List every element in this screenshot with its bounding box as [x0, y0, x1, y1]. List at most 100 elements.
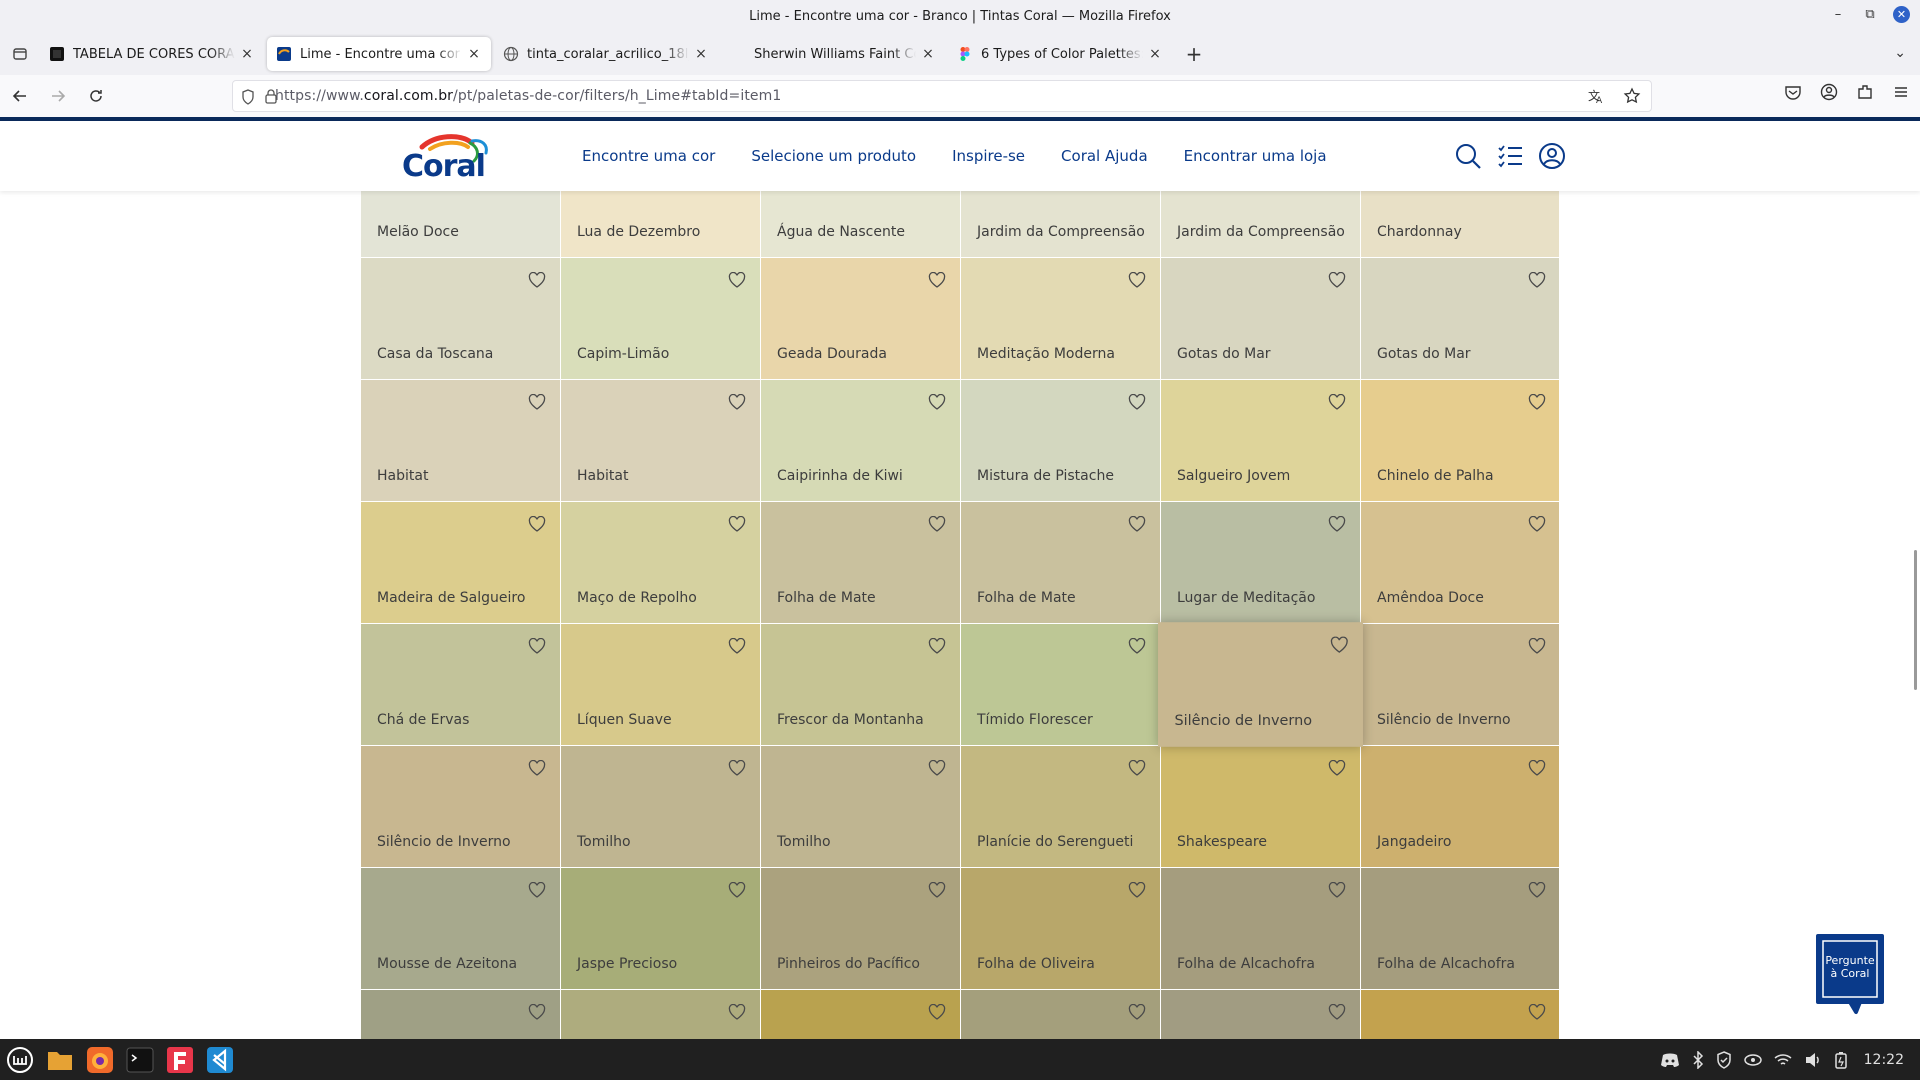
color-swatch[interactable]: Lugar de Meditação [1161, 502, 1360, 623]
color-swatch[interactable]: Habitat [561, 380, 760, 501]
color-swatch[interactable]: Gotas do Mar [1361, 258, 1559, 379]
color-swatch[interactable]: Água de Nascente [761, 191, 960, 257]
search-icon[interactable] [1454, 142, 1482, 170]
favorite-heart-icon[interactable] [928, 271, 946, 288]
nav-coral-ajuda[interactable]: Coral Ajuda [1061, 147, 1148, 165]
close-tab-icon[interactable]: × [693, 46, 709, 62]
color-swatch[interactable] [1161, 990, 1360, 1039]
pocket-icon[interactable] [1784, 83, 1802, 101]
color-swatch[interactable]: Salgueiro Jovem [1161, 380, 1360, 501]
color-swatch[interactable]: Folha de Oliveira [961, 868, 1160, 989]
mint-menu-button[interactable] [0, 1039, 40, 1080]
favorite-heart-icon[interactable] [728, 637, 746, 654]
favorite-heart-icon[interactable] [528, 1003, 546, 1020]
favorite-heart-icon[interactable] [1330, 636, 1349, 653]
color-swatch[interactable]: Silêncio de Inverno [1158, 622, 1363, 747]
favorite-heart-icon[interactable] [1528, 393, 1546, 410]
favorite-heart-icon[interactable] [1528, 881, 1546, 898]
files-button[interactable] [40, 1039, 80, 1080]
flameshot-button[interactable] [160, 1039, 200, 1080]
favorite-heart-icon[interactable] [928, 1003, 946, 1020]
checklist-icon[interactable] [1496, 142, 1524, 170]
favorite-heart-icon[interactable] [1328, 881, 1346, 898]
favorite-heart-icon[interactable] [1128, 271, 1146, 288]
color-swatch[interactable]: Amêndoa Doce [1361, 502, 1559, 623]
favorite-heart-icon[interactable] [528, 759, 546, 776]
favorite-heart-icon[interactable] [528, 271, 546, 288]
favorite-heart-icon[interactable] [528, 881, 546, 898]
color-swatch[interactable]: Jangadeiro [1361, 746, 1559, 867]
translate-icon[interactable]: 文A [1587, 87, 1605, 105]
favorite-heart-icon[interactable] [1128, 881, 1146, 898]
favorite-heart-icon[interactable] [1328, 1003, 1346, 1020]
color-swatch[interactable]: Chá de Ervas [361, 624, 560, 745]
color-swatch[interactable] [561, 990, 760, 1039]
color-swatch[interactable]: Silêncio de Inverno [1361, 624, 1559, 745]
bookmark-star-icon[interactable] [1623, 87, 1641, 105]
browser-tab[interactable]: Lime - Encontre uma cor - Bra× [267, 37, 491, 71]
favorite-heart-icon[interactable] [928, 881, 946, 898]
vpn-icon[interactable] [1743, 1052, 1762, 1068]
close-tab-icon[interactable]: × [239, 46, 255, 62]
favorite-heart-icon[interactable] [928, 393, 946, 410]
favorite-heart-icon[interactable] [728, 393, 746, 410]
color-swatch[interactable]: Pinheiros do Pacífico [761, 868, 960, 989]
favorite-heart-icon[interactable] [1328, 393, 1346, 410]
battery-icon[interactable] [1834, 1051, 1848, 1069]
color-swatch[interactable]: Habitat [361, 380, 560, 501]
color-swatch[interactable]: Meditação Moderna [961, 258, 1160, 379]
color-swatch[interactable]: Frescor da Montanha [761, 624, 960, 745]
user-icon[interactable] [1538, 142, 1566, 170]
nav-encontrar-uma-loja[interactable]: Encontrar uma loja [1184, 147, 1327, 165]
firefox-view-button[interactable] [0, 33, 40, 75]
browser-tab[interactable]: TABELA DE CORES CORAL – L× [40, 37, 264, 71]
favorite-heart-icon[interactable] [1328, 759, 1346, 776]
color-swatch[interactable]: Folha de Mate [961, 502, 1160, 623]
discord-icon[interactable] [1660, 1052, 1680, 1068]
page-scrollbar[interactable] [1914, 550, 1917, 690]
color-swatch[interactable]: Caipirinha de Kiwi [761, 380, 960, 501]
favorite-heart-icon[interactable] [1528, 759, 1546, 776]
tab-overflow-chevron-icon[interactable]: ⌄ [1894, 45, 1906, 61]
favorite-heart-icon[interactable] [728, 759, 746, 776]
color-swatch[interactable] [361, 990, 560, 1039]
shield-tray-icon[interactable] [1716, 1050, 1732, 1069]
nav-selecione-um-produto[interactable]: Selecione um produto [751, 147, 916, 165]
color-swatch[interactable]: Melão Doce [361, 191, 560, 257]
color-swatch[interactable]: Planície do Serengueti [961, 746, 1160, 867]
nav-encontre-uma-cor[interactable]: Encontre uma cor [582, 147, 715, 165]
color-swatch[interactable]: Silêncio de Inverno [361, 746, 560, 867]
favorite-heart-icon[interactable] [1128, 637, 1146, 654]
close-tab-icon[interactable]: × [466, 46, 482, 62]
color-swatch[interactable]: Jardim da Compreensão [1161, 191, 1360, 257]
favorite-heart-icon[interactable] [1328, 515, 1346, 532]
favorite-heart-icon[interactable] [928, 637, 946, 654]
color-swatch[interactable]: Maço de Repolho [561, 502, 760, 623]
favorite-heart-icon[interactable] [1128, 1003, 1146, 1020]
favorite-heart-icon[interactable] [1528, 271, 1546, 288]
favorite-heart-icon[interactable] [528, 637, 546, 654]
color-swatch[interactable]: Tímido Florescer [961, 624, 1160, 745]
favorite-heart-icon[interactable] [1528, 515, 1546, 532]
forward-button[interactable] [40, 80, 76, 112]
volume-icon[interactable] [1804, 1052, 1822, 1068]
restore-button[interactable]: ⧉ [1861, 7, 1879, 22]
color-swatch[interactable]: Chinelo de Palha [1361, 380, 1559, 501]
close-tab-icon[interactable]: × [1147, 46, 1163, 62]
color-swatch[interactable]: Líquen Suave [561, 624, 760, 745]
color-swatch[interactable]: Chardonnay [1361, 191, 1559, 257]
back-button[interactable] [2, 80, 38, 112]
terminal-button[interactable] [120, 1039, 160, 1080]
color-swatch[interactable]: Mousse de Azeitona [361, 868, 560, 989]
firefox-button[interactable] [80, 1039, 120, 1080]
color-swatch[interactable]: Lua de Dezembro [561, 191, 760, 257]
url-bar[interactable]: https://www.coral.com.br/pt/paletas-de-c… [232, 80, 1652, 112]
wifi-icon[interactable] [1774, 1053, 1792, 1067]
favorite-heart-icon[interactable] [528, 393, 546, 410]
color-swatch[interactable]: Shakespeare [1161, 746, 1360, 867]
color-swatch[interactable]: Jardim da Compreensão [961, 191, 1160, 257]
ask-coral-button[interactable]: Pergunte à Coral [1814, 932, 1886, 1016]
color-swatch[interactable]: Casa da Toscana [361, 258, 560, 379]
color-swatch[interactable]: Madeira de Salgueiro [361, 502, 560, 623]
bluetooth-icon[interactable] [1692, 1050, 1704, 1069]
